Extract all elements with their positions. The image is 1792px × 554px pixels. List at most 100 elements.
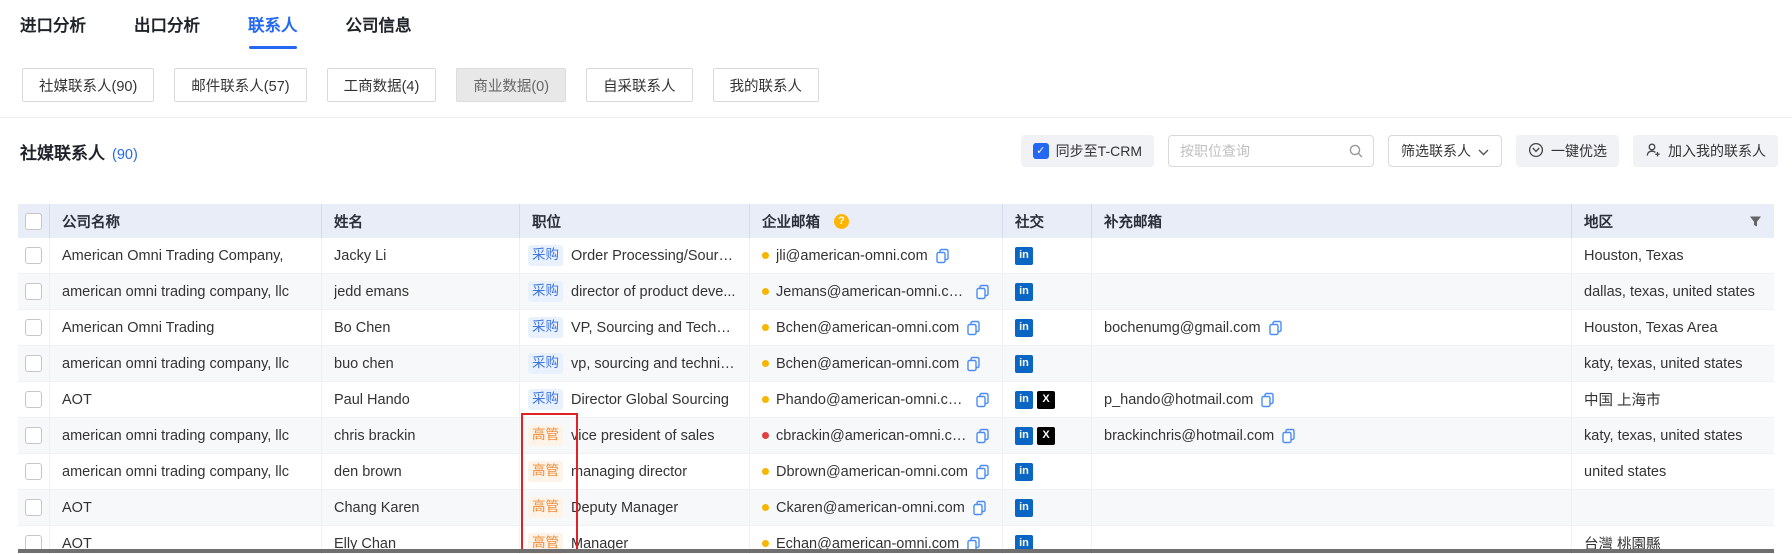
copy-icon[interactable]	[975, 284, 990, 300]
sync-to-tcrm-label: 同步至T-CRM	[1056, 141, 1142, 161]
filter-chip[interactable]: 商业数据(0)	[456, 68, 566, 102]
header-position: 职位	[520, 204, 750, 238]
tab-item[interactable]: 联系人	[248, 12, 298, 49]
sync-to-tcrm-button[interactable]: ✓ 同步至T-CRM	[1021, 135, 1154, 167]
cell-social: in	[1003, 238, 1092, 273]
position-text: VP, Sourcing and Techni...	[571, 320, 737, 336]
cell-corp-email: Phando@american-omni.com	[750, 382, 1003, 417]
filter-chip-label: 邮件联系人(57)	[191, 75, 289, 96]
search-icon[interactable]	[1348, 143, 1364, 159]
filter-contacts-dropdown[interactable]: 筛选联系人	[1388, 135, 1502, 167]
row-checkbox[interactable]	[25, 499, 42, 516]
cell-corp-email: Bchen@american-omni.com	[750, 346, 1003, 381]
email-status-dot	[762, 360, 769, 367]
position-text: managing director	[571, 464, 687, 480]
filter-chip[interactable]: 工商数据(4)	[327, 68, 437, 102]
email-status-dot	[762, 468, 769, 475]
tab-item[interactable]: 进口分析	[20, 12, 86, 49]
cell-company: AOT	[50, 382, 322, 417]
position-text: Deputy Manager	[571, 500, 678, 516]
position-search-input[interactable]	[1178, 142, 1348, 160]
email-status-dot	[762, 324, 769, 331]
cell-position: 采购 vp, sourcing and technic...	[520, 346, 750, 381]
table-row: american omni trading company, llc den b…	[18, 454, 1774, 490]
cell-extra-email	[1092, 238, 1572, 273]
row-checkbox[interactable]	[25, 355, 42, 372]
region-filter-icon[interactable]	[1749, 215, 1762, 228]
add-to-my-contacts-button[interactable]: 加入我的联系人	[1633, 135, 1778, 167]
cell-select	[18, 274, 50, 309]
cell-corp-email: cbrackin@american-omni.com	[750, 418, 1003, 453]
email-status-dot	[762, 252, 769, 259]
row-checkbox[interactable]	[25, 319, 42, 336]
tab-item[interactable]: 公司信息	[346, 12, 412, 49]
linkedin-icon[interactable]: in	[1015, 247, 1033, 265]
cell-social: in	[1003, 454, 1092, 489]
cell-company: american omni trading company, llc	[50, 346, 322, 381]
copy-icon[interactable]	[972, 500, 987, 516]
region-text: Houston, Texas	[1584, 248, 1684, 264]
x-twitter-icon[interactable]: X	[1037, 391, 1055, 409]
copy-icon[interactable]	[1260, 392, 1275, 408]
copy-icon[interactable]	[1281, 428, 1296, 444]
linkedin-icon[interactable]: in	[1015, 427, 1033, 445]
filter-chip-label: 我的联系人	[730, 75, 803, 96]
section-count: (90)	[112, 147, 138, 163]
row-checkbox[interactable]	[25, 427, 42, 444]
position-search	[1168, 135, 1374, 167]
linkedin-icon[interactable]: in	[1015, 283, 1033, 301]
cell-position: 采购 director of product deve...	[520, 274, 750, 309]
select-all-checkbox[interactable]	[25, 213, 42, 230]
row-checkbox[interactable]	[25, 391, 42, 408]
x-twitter-icon[interactable]: X	[1037, 427, 1055, 445]
linkedin-icon[interactable]: in	[1015, 355, 1033, 373]
copy-icon[interactable]	[966, 320, 981, 336]
table-row: American Omni Trading Bo Chen 采购 VP, Sou…	[18, 310, 1774, 346]
tab-label: 联系人	[248, 17, 298, 35]
filter-chip-label: 自采联系人	[603, 75, 676, 96]
copy-icon[interactable]	[975, 392, 990, 408]
position-text: vice president of sales	[571, 428, 714, 444]
cell-select	[18, 490, 50, 525]
region-text: 中国 上海市	[1584, 389, 1661, 410]
linkedin-icon[interactable]: in	[1015, 463, 1033, 481]
row-checkbox[interactable]	[25, 283, 42, 300]
row-checkbox[interactable]	[25, 247, 42, 264]
filter-chip[interactable]: 我的联系人	[713, 68, 820, 102]
company-name: american omni trading company, llc	[62, 284, 289, 300]
help-question-icon[interactable]: ?	[834, 214, 849, 229]
copy-icon[interactable]	[1268, 320, 1283, 336]
table-row: american omni trading company, llc buo c…	[18, 346, 1774, 382]
row-checkbox[interactable]	[25, 463, 42, 480]
cell-position: 高管 managing director	[520, 454, 750, 489]
copy-icon[interactable]	[935, 248, 950, 264]
table-row: AOT Paul Hando 采购 Director Global Sourci…	[18, 382, 1774, 418]
cell-corp-email: Dbrown@american-omni.com	[750, 454, 1003, 489]
section-title-text: 社媒联系人	[20, 139, 105, 164]
linkedin-icon[interactable]: in	[1015, 391, 1033, 409]
one-click-select-button[interactable]: 一键优选	[1516, 135, 1619, 167]
company-name: American Omni Trading Company,	[62, 248, 283, 264]
filter-chip[interactable]: 邮件联系人(57)	[174, 68, 306, 102]
horizontal-scrollbar[interactable]	[18, 549, 1774, 553]
cell-extra-email	[1092, 490, 1572, 525]
role-tag: 采购	[528, 317, 563, 338]
position-text: director of product deve...	[571, 284, 735, 300]
cell-name: Bo Chen	[322, 310, 520, 345]
copy-icon[interactable]	[966, 356, 981, 372]
tab-item[interactable]: 出口分析	[134, 12, 200, 49]
filter-chip[interactable]: 社媒联系人(90)	[22, 68, 154, 102]
cell-name: den brown	[322, 454, 520, 489]
company-name: American Omni Trading	[62, 320, 214, 336]
cell-region: Houston, Texas	[1572, 238, 1774, 273]
cell-name: Jacky Li	[322, 238, 520, 273]
extra-email-text: bochenumg@gmail.com	[1104, 320, 1261, 336]
linkedin-icon[interactable]: in	[1015, 499, 1033, 517]
divider	[0, 117, 1792, 118]
copy-icon[interactable]	[975, 428, 990, 444]
linkedin-icon[interactable]: in	[1015, 319, 1033, 337]
premium-badge-icon	[1528, 142, 1544, 161]
copy-icon[interactable]	[975, 464, 990, 480]
company-name: AOT	[62, 500, 92, 516]
filter-chip[interactable]: 自采联系人	[586, 68, 693, 102]
